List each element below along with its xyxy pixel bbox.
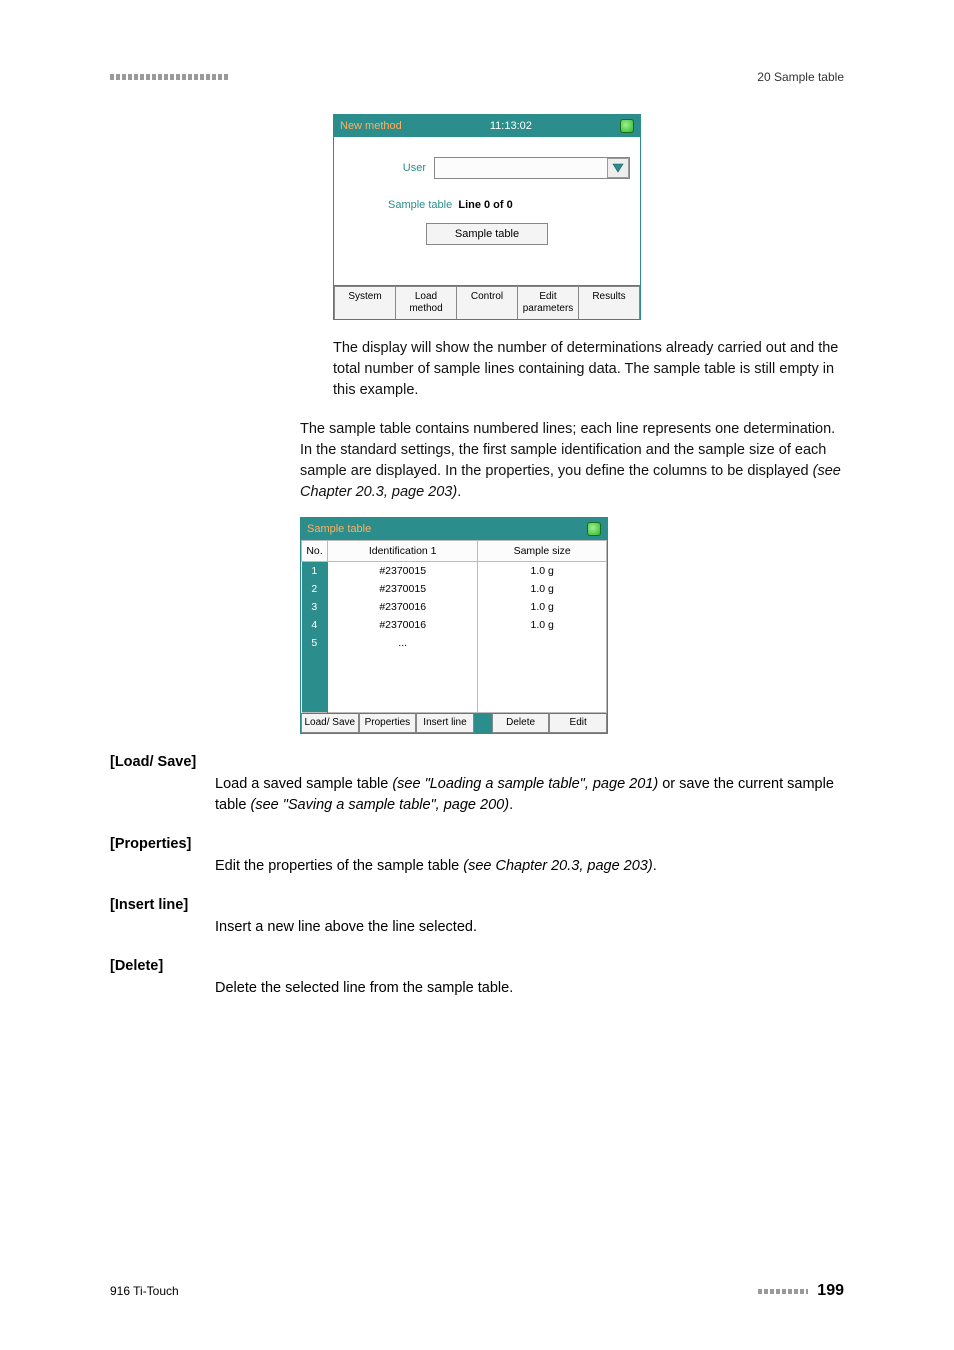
term-description: Load a saved sample table (see "Loading … [215, 774, 844, 816]
sample-data-table: No. Identification 1 Sample size 1 #2370… [301, 540, 607, 713]
page-header: 20 Sample table [110, 70, 844, 84]
term-insert-line: [Insert line] Insert a new line above th… [110, 897, 844, 938]
term-properties: [Properties] Edit the properties of the … [110, 836, 844, 877]
user-label: User [344, 162, 434, 174]
sample-table-button[interactable]: Sample table [426, 223, 548, 245]
tab-results[interactable]: Results [579, 286, 640, 319]
tab-system[interactable]: System [334, 286, 396, 319]
intro-paragraph: The sample table contains numbered lines… [300, 419, 844, 503]
tab-load-method[interactable]: Load method [396, 286, 457, 319]
table-row[interactable]: 4 #2370016 1.0 g [302, 616, 607, 634]
table-row[interactable]: 3 #2370016 1.0 g [302, 598, 607, 616]
caption-paragraph: The display will show the number of dete… [333, 338, 844, 401]
status-led-icon [620, 119, 634, 133]
term-label: [Load/ Save] [110, 754, 844, 770]
table-header-row: No. Identification 1 Sample size [302, 541, 607, 562]
user-dropdown[interactable] [434, 157, 630, 179]
term-delete: [Delete] Delete the selected line from t… [110, 958, 844, 999]
footer-ornament [758, 1289, 808, 1294]
sample-table-title: Sample table [307, 523, 371, 535]
term-label: [Insert line] [110, 897, 844, 913]
dialog-title: New method [340, 120, 402, 132]
dropdown-arrow-icon[interactable] [607, 158, 629, 178]
insert-line-button[interactable]: Insert line [416, 713, 474, 733]
term-description: Edit the properties of the sample table … [215, 856, 844, 877]
page-number: 199 [817, 1282, 844, 1299]
chapter-title: 20 Sample table [757, 70, 844, 84]
sample-table-button-bar: Load/ Save Properties Insert line Delete… [301, 713, 607, 733]
bottom-tab-bar: System Load method Control Edit paramete… [334, 285, 640, 319]
tab-control[interactable]: Control [457, 286, 518, 319]
term-description: Delete the selected line from the sample… [215, 978, 844, 999]
page-footer: 916 Ti-Touch 199 [110, 1282, 844, 1300]
col-no: No. [302, 541, 328, 562]
table-row[interactable]: 1 #2370015 1.0 g [302, 562, 607, 581]
col-sample-size: Sample size [478, 541, 607, 562]
status-led-icon [587, 522, 601, 536]
table-empty-area [302, 652, 607, 712]
term-label: [Properties] [110, 836, 844, 852]
edit-button[interactable]: Edit [549, 713, 607, 733]
product-name: 916 Ti-Touch [110, 1284, 179, 1298]
screenshot-sample-table: Sample table No. Identification 1 Sample… [300, 517, 608, 734]
properties-button[interactable]: Properties [359, 713, 417, 733]
sample-table-line-info: Sample table Line 0 of 0 [344, 199, 630, 211]
delete-button[interactable]: Delete [492, 713, 550, 733]
sample-table-titlebar: Sample table [301, 518, 607, 540]
dialog-time: 11:13:02 [490, 120, 532, 132]
screenshot-main-dialog: New method 11:13:02 User Sample table Li… [333, 114, 641, 320]
footer-right: 199 [758, 1282, 844, 1300]
term-description: Insert a new line above the line selecte… [215, 917, 844, 938]
table-row[interactable]: 2 #2370015 1.0 g [302, 580, 607, 598]
table-row[interactable]: 5 ... [302, 634, 607, 652]
load-save-button[interactable]: Load/ Save [301, 713, 359, 733]
dialog-titlebar: New method 11:13:02 [334, 115, 640, 137]
term-load-save: [Load/ Save] Load a saved sample table (… [110, 754, 844, 816]
col-identification: Identification 1 [328, 541, 478, 562]
tab-edit-parameters[interactable]: Edit parameters [518, 286, 579, 319]
term-label: [Delete] [110, 958, 844, 974]
header-ornament [110, 74, 228, 80]
